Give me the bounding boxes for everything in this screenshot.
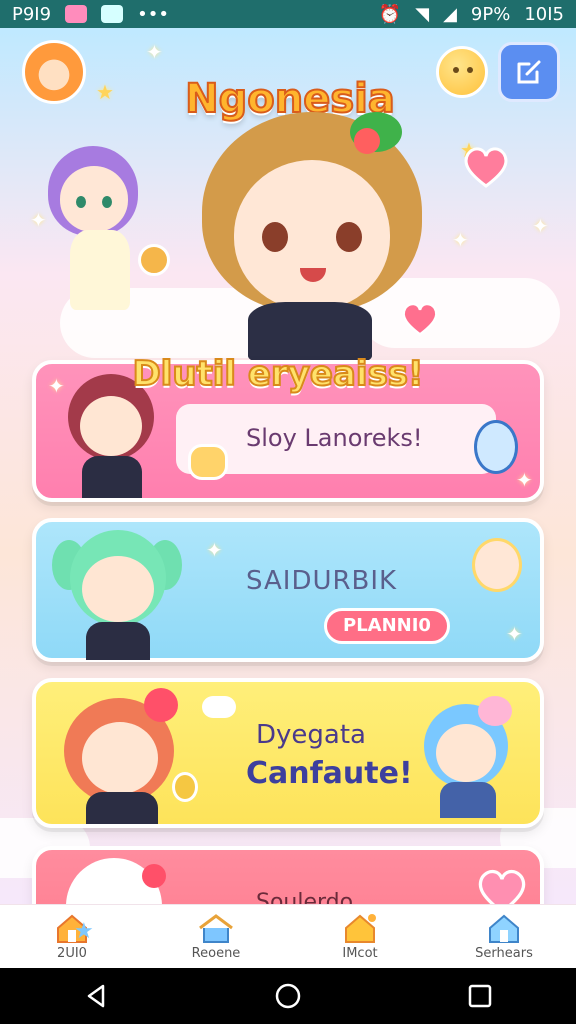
- edit-icon: [517, 60, 541, 84]
- wifi-icon: ◥: [415, 3, 430, 25]
- banner-title: Dlutil eryeaiss!: [131, 353, 424, 395]
- sparkle-icon: ✦: [30, 208, 47, 232]
- white-hair-character: [66, 858, 166, 904]
- notification-icon: [65, 5, 88, 23]
- emoji-button[interactable]: [436, 46, 488, 98]
- sparkle-icon: ✦: [506, 622, 523, 646]
- potion-icon: [474, 420, 518, 474]
- nav-item-reoene[interactable]: Reoene: [156, 905, 276, 969]
- cookie-icon: [188, 444, 228, 480]
- home-outline-icon: [489, 914, 519, 943]
- nav-label-serhears: Serhears: [475, 946, 533, 961]
- sparkle-icon: ✦: [48, 374, 65, 398]
- house-icon: [199, 914, 233, 943]
- sparkle-icon: ✦: [206, 538, 223, 562]
- card-blue-label: SAIDURBIK: [246, 566, 398, 596]
- house-star-icon: [345, 914, 376, 943]
- card-yellow-label-2: Canfaute!: [246, 756, 413, 791]
- signal-icon: ◢: [443, 3, 457, 25]
- sparkle-icon: ✦: [532, 214, 549, 238]
- profile-avatar[interactable]: [22, 40, 86, 104]
- recents-button[interactable]: [452, 968, 508, 1024]
- status-left: P9I9 •••: [12, 4, 169, 25]
- bottom-navigation: ★ 2UI0 Reoene IMcot Serhears: [0, 904, 576, 968]
- card-red-label: Soulerdo: [256, 890, 354, 904]
- nav-label-imcot: IMcot: [342, 946, 378, 961]
- system-navigation-bar: [0, 968, 576, 1024]
- sparkle-icon: ✦: [452, 228, 469, 252]
- status-bar: P9I9 ••• ⏰ ◥ ◢ 9P% 10I5: [0, 0, 576, 28]
- flower-icon: [354, 128, 380, 154]
- nav-label-reoene: Reoene: [191, 946, 241, 961]
- heart-icon: [476, 866, 528, 904]
- alarm-icon: ⏰: [378, 3, 402, 25]
- card-pink-label: Sloy Lanoreks!: [246, 424, 423, 452]
- nav-item-serhears[interactable]: Serhears: [444, 905, 564, 969]
- bear-hat-icon: [478, 696, 512, 726]
- heart-icon: [400, 300, 440, 336]
- edit-button[interactable]: [498, 42, 560, 102]
- message-icon: [101, 5, 124, 23]
- wand-icon: [138, 244, 170, 276]
- heart-icon: [462, 144, 510, 188]
- orange-hair-character: [64, 688, 198, 824]
- hero-character: [192, 112, 432, 362]
- status-carrier-text: P9I9: [12, 3, 52, 25]
- card-yellow[interactable]: Dyegata Canfaute!: [32, 678, 544, 828]
- flower-icon: [142, 864, 166, 888]
- mirror-icon: [172, 772, 198, 802]
- card-red[interactable]: Soulerdo: [32, 846, 544, 904]
- battery-text: 9P%: [470, 3, 511, 25]
- sparkle-icon: ✦: [516, 468, 533, 492]
- blue-hair-character: [418, 696, 518, 822]
- card-yellow-label-1: Dyegata: [256, 720, 366, 750]
- nav-item-home[interactable]: ★ 2UI0: [12, 905, 132, 969]
- home-circle-icon: [275, 983, 301, 1009]
- chibi-sticker-icon: [472, 538, 522, 592]
- clock-text: 10I5: [524, 3, 564, 25]
- card-blue-pill-button[interactable]: PLANNI0: [324, 608, 450, 644]
- back-button[interactable]: [68, 968, 124, 1024]
- card-blue[interactable]: SAIDURBIK PLANNI0 ✦ ✦: [32, 518, 544, 662]
- status-right: ⏰ ◥ ◢ 9P% 10I5: [379, 4, 564, 25]
- recents-icon: [468, 984, 492, 1008]
- green-hair-character: [52, 530, 182, 660]
- nav-item-imcot[interactable]: IMcot: [300, 905, 420, 969]
- star-icon: ★: [74, 918, 94, 944]
- back-icon: [87, 984, 105, 1008]
- purple-hair-character: [46, 138, 176, 338]
- flower-icon: [144, 688, 178, 722]
- home-button[interactable]: [260, 968, 316, 1024]
- nav-label-home: 2UI0: [57, 946, 87, 961]
- main-screen[interactable]: ✦ ★ ✦ ★ ✦ ✦ Ngonesia Dlutil eryeaiss! Sl…: [0, 28, 576, 904]
- cloud-icon: [202, 696, 236, 718]
- more-notifications-icon: •••: [137, 3, 169, 25]
